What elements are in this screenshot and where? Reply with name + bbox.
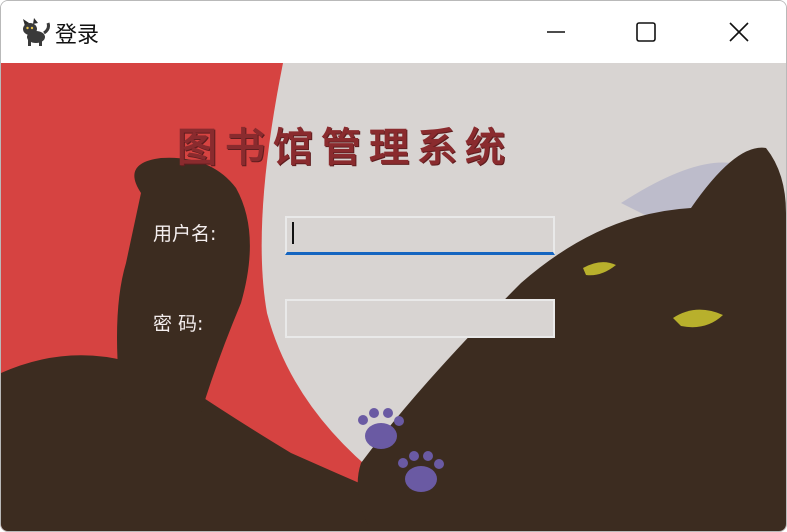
close-button[interactable] xyxy=(694,1,784,63)
minimize-button[interactable] xyxy=(511,1,601,63)
system-heading: 图书馆管理系统 xyxy=(177,124,513,171)
maximize-button[interactable] xyxy=(601,1,691,63)
minimize-icon xyxy=(547,31,565,33)
cat-app-icon xyxy=(23,18,50,46)
close-icon xyxy=(729,22,749,42)
text-caret xyxy=(292,222,294,244)
username-input[interactable] xyxy=(285,216,555,255)
title-bar[interactable]: 登录 xyxy=(1,1,786,63)
username-label: 用户名: xyxy=(153,223,217,245)
maximize-icon xyxy=(636,22,656,42)
window-title: 登录 xyxy=(55,23,100,48)
password-label: 密 码: xyxy=(153,313,204,335)
login-content: 图书馆管理系统 用户名: 密 码: xyxy=(1,63,786,531)
password-input[interactable] xyxy=(285,299,555,338)
login-window: 登录 图书馆管理系统 用户名: 密 码: xyxy=(0,0,787,532)
